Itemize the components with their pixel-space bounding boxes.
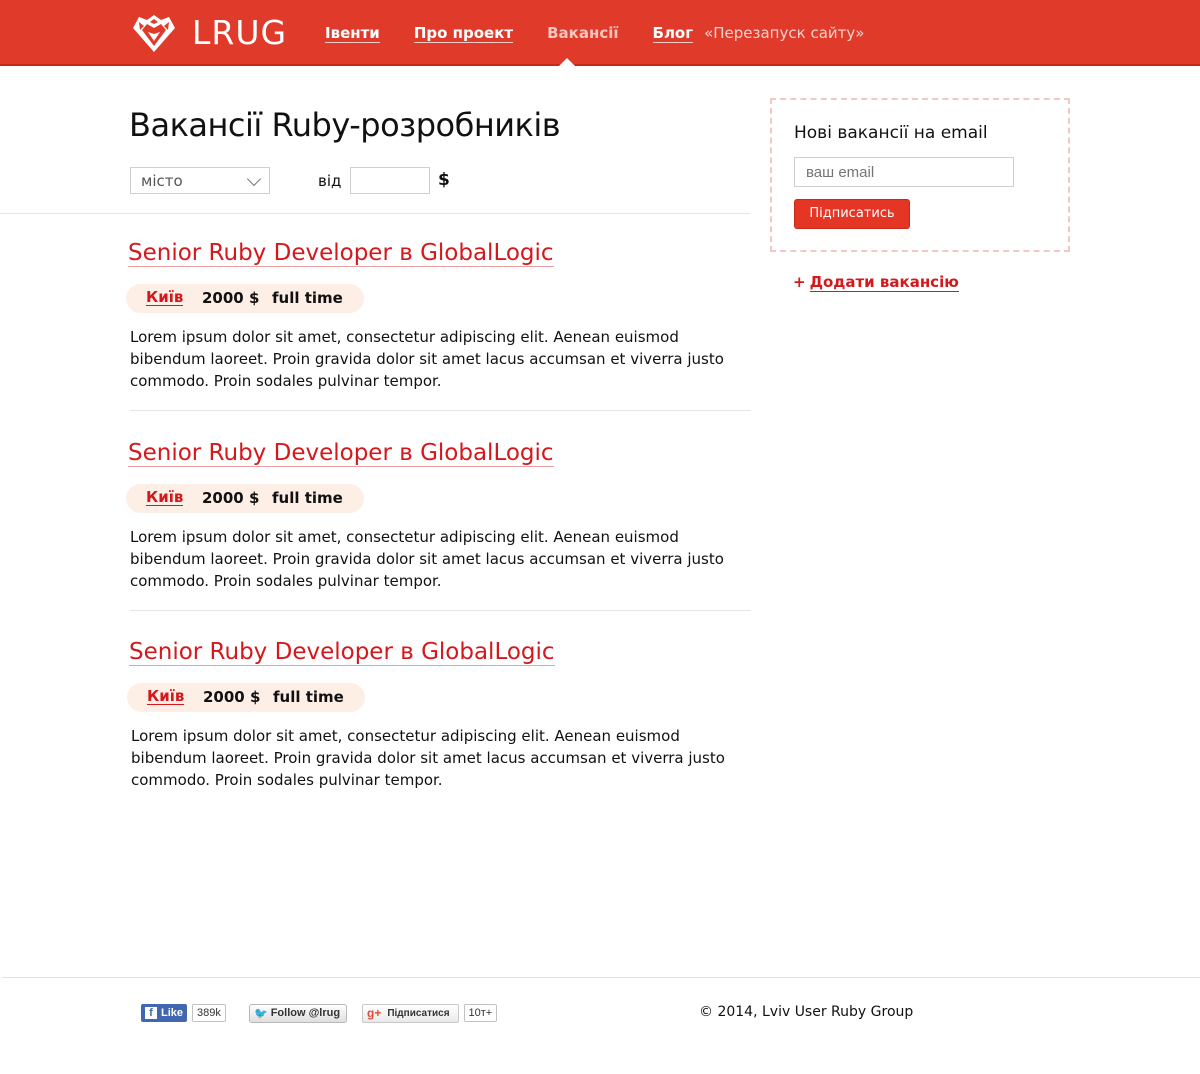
nav-item-about[interactable]: Про проект xyxy=(413,24,514,43)
nav-item-vacancies[interactable]: Вакансії xyxy=(547,24,618,42)
job-salary: 2000 $ xyxy=(202,289,260,307)
job-description: Lorem ipsum dolor sit amet, consectetur … xyxy=(130,328,724,390)
job-salary: 2000 $ xyxy=(202,489,260,507)
city-select-value: місто xyxy=(141,172,183,190)
job-meta: Київ 2000 $ full time xyxy=(126,284,364,313)
job-city-link[interactable]: Київ xyxy=(146,289,184,306)
facebook-like-label: Like xyxy=(161,1007,184,1019)
google-plus-button[interactable]: g+ Підписатися xyxy=(362,1003,459,1023)
salary-from-label: від xyxy=(318,172,342,190)
city-select[interactable]: місто xyxy=(130,167,270,194)
twitter-follow-widget: 🐦 Follow @lrug xyxy=(249,1003,348,1023)
job-description: Lorem ipsum dolor sit amet, consectetur … xyxy=(130,528,724,590)
salary-from-input[interactable] xyxy=(350,167,430,194)
logo-text: LRUG xyxy=(192,13,288,52)
subscribe-button[interactable]: Підписатись xyxy=(794,199,910,229)
divider xyxy=(0,213,750,214)
job-type: full time xyxy=(272,289,343,307)
job-title-link[interactable]: Senior Ruby Developer в GlobalLogic xyxy=(129,639,555,666)
job-meta: Київ 2000 $ full time xyxy=(126,484,364,513)
facebook-like-button[interactable]: f Like xyxy=(141,1004,188,1022)
email-subscribe-box: Нові вакансії на email Підписатись xyxy=(770,98,1070,252)
twitter-bird-icon: 🐦 xyxy=(254,1007,268,1020)
job-title-link[interactable]: Senior Ruby Developer в GlobalLogic xyxy=(128,240,554,267)
email-field[interactable] xyxy=(794,157,1014,187)
copyright: © 2014, Lviv User Ruby Group xyxy=(699,1004,914,1020)
job-description: Lorem ipsum dolor sit amet, consectetur … xyxy=(131,727,725,789)
google-plus-count: 10т+ xyxy=(463,1004,498,1022)
divider xyxy=(130,610,751,611)
google-plus-icon: g+ xyxy=(367,1006,382,1020)
job-city-link[interactable]: Київ xyxy=(146,489,184,506)
job-salary: 2000 $ xyxy=(203,688,261,706)
top-header: LRUG Івенти Про проект Вакансії Блог «Пе… xyxy=(0,0,1200,66)
main-nav: Івенти Про проект Вакансії Блог «Перезап… xyxy=(325,24,864,43)
add-vacancy-link[interactable]: + Додати вакансію xyxy=(793,273,959,292)
facebook-icon: f xyxy=(145,1007,157,1019)
job-meta: Київ 2000 $ full time xyxy=(127,683,365,712)
google-plus-widget: g+ Підписатися 10т+ xyxy=(362,1003,498,1023)
job-item: Senior Ruby Developer в GlobalLogic Київ… xyxy=(127,639,752,789)
chevron-down-icon xyxy=(246,171,262,187)
currency-label: $ xyxy=(438,170,450,190)
google-plus-label: Підписатися xyxy=(387,1007,450,1019)
job-title-link[interactable]: Senior Ruby Developer в GlobalLogic xyxy=(128,440,554,467)
nav-item-blog[interactable]: Блог xyxy=(652,24,694,43)
blog-note: «Перезапуск сайту» xyxy=(704,24,865,42)
twitter-follow-label: Follow @lrug xyxy=(270,1007,341,1019)
facebook-like-count: 389k xyxy=(192,1004,226,1022)
nav-item-events[interactable]: Івенти xyxy=(325,24,380,43)
job-type: full time xyxy=(272,489,343,507)
logo[interactable]: LRUG xyxy=(130,13,287,53)
twitter-follow-button[interactable]: 🐦 Follow @lrug xyxy=(249,1003,348,1023)
lion-logo-icon xyxy=(133,15,175,52)
footer-divider xyxy=(2,977,1200,978)
job-item: Senior Ruby Developer в GlobalLogic Київ… xyxy=(126,240,751,411)
job-type: full time xyxy=(273,688,344,706)
job-item: Senior Ruby Developer в GlobalLogic Київ… xyxy=(126,440,751,611)
facebook-like-widget: f Like 389k xyxy=(141,1003,226,1023)
add-vacancy-label: Додати вакансію xyxy=(809,273,959,292)
subscribe-title: Нові вакансії на email xyxy=(794,123,988,143)
job-city-link[interactable]: Київ xyxy=(147,688,185,705)
page-title: Вакансії Ruby-розробників xyxy=(129,106,561,144)
active-nav-pointer xyxy=(559,58,575,66)
divider xyxy=(130,410,751,411)
plus-icon: + xyxy=(793,273,806,291)
